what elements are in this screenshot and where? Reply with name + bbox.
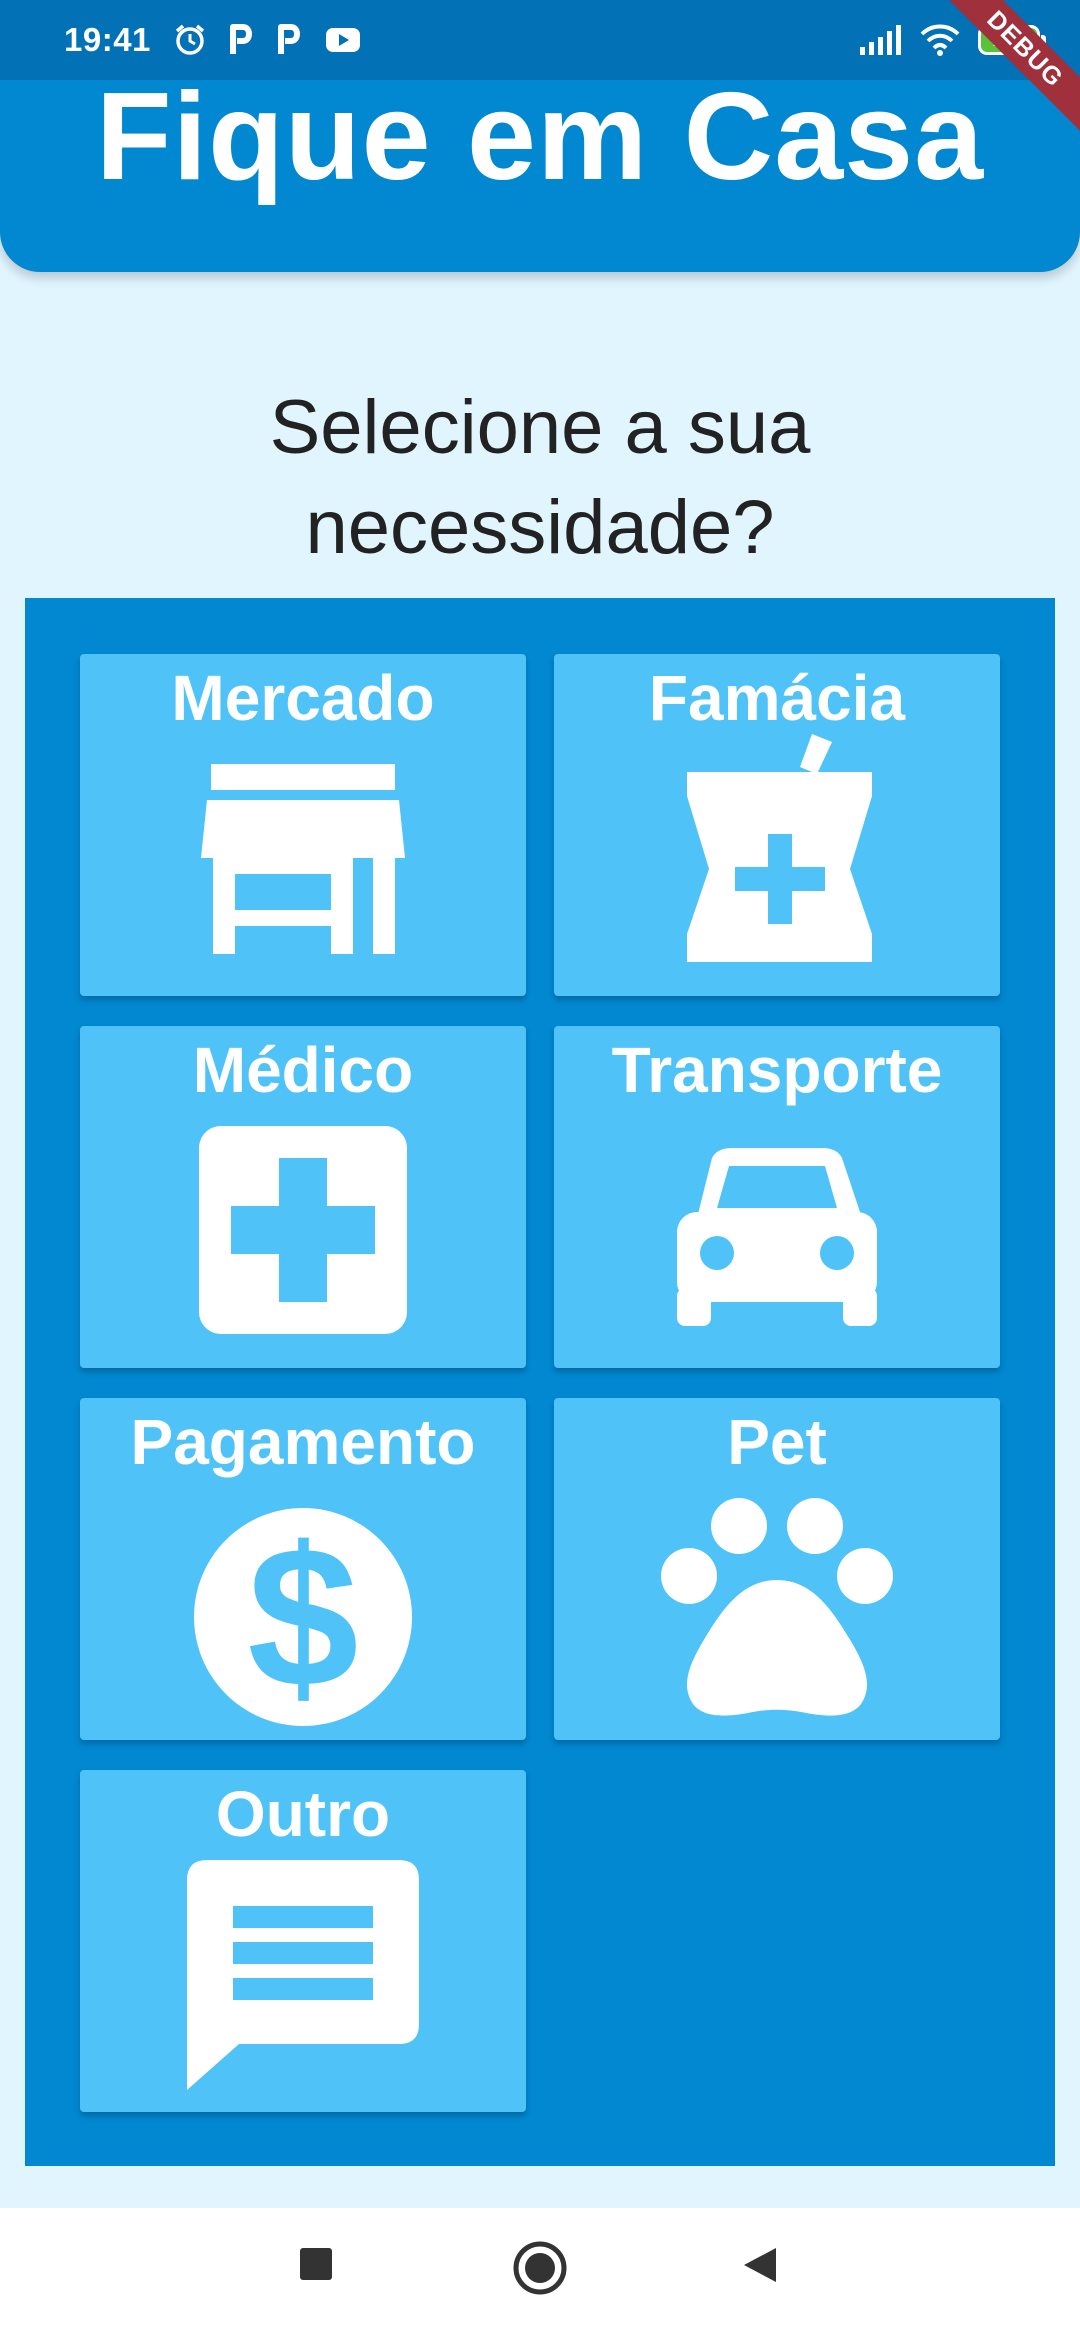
dollar-icon: $ [194, 1506, 412, 1731]
tile-label: Mercado [171, 662, 435, 734]
signal-icon [860, 25, 902, 55]
category-grid: Mercado Famácia Médico Transporte Pagame… [25, 598, 1055, 2166]
tile-label: Médico [192, 1034, 414, 1106]
tile-mercado[interactable]: Mercado [80, 654, 526, 996]
status-bar: 19:41 100 [0, 0, 1080, 80]
car-icon [677, 1148, 877, 1331]
tile-pet[interactable]: Pet [554, 1398, 1000, 1740]
message-icon [187, 1860, 419, 2095]
tile-label: Outro [215, 1778, 391, 1850]
tile-label: Pet [727, 1406, 827, 1478]
app-title: Fique em Casa [95, 68, 985, 206]
pharmacy-icon [672, 734, 882, 969]
youtube-icon [325, 26, 361, 54]
parking-app-icon-2 [277, 24, 303, 56]
alarm-icon [173, 23, 207, 57]
tile-label: Transporte [611, 1034, 943, 1106]
tile-label: Pagamento [130, 1406, 476, 1478]
back-button[interactable] [742, 2246, 778, 2284]
paw-icon [661, 1498, 893, 1725]
system-nav-bar [0, 2208, 1080, 2340]
tile-transporte[interactable]: Transporte [554, 1026, 1000, 1368]
question-heading: Selecione a sua necessidade? [0, 378, 1080, 578]
tile-medico[interactable]: Médico [80, 1026, 526, 1368]
tile-pagamento[interactable]: Pagamento $ [80, 1398, 526, 1740]
store-icon [201, 764, 405, 959]
recents-button[interactable] [298, 2246, 334, 2282]
home-button[interactable] [512, 2240, 568, 2296]
tile-farmacia[interactable]: Famácia [554, 654, 1000, 996]
svg-text:$: $ [247, 1508, 358, 1726]
status-time: 19:41 [64, 21, 151, 58]
medical-icon [199, 1126, 407, 1339]
wifi-icon [920, 24, 960, 56]
tile-label: Famácia [648, 662, 906, 734]
question-line-2: necessidade? [305, 485, 775, 570]
parking-app-icon [229, 24, 255, 56]
tile-outro[interactable]: Outro [80, 1770, 526, 2112]
question-line-1: Selecione a sua [269, 385, 811, 470]
